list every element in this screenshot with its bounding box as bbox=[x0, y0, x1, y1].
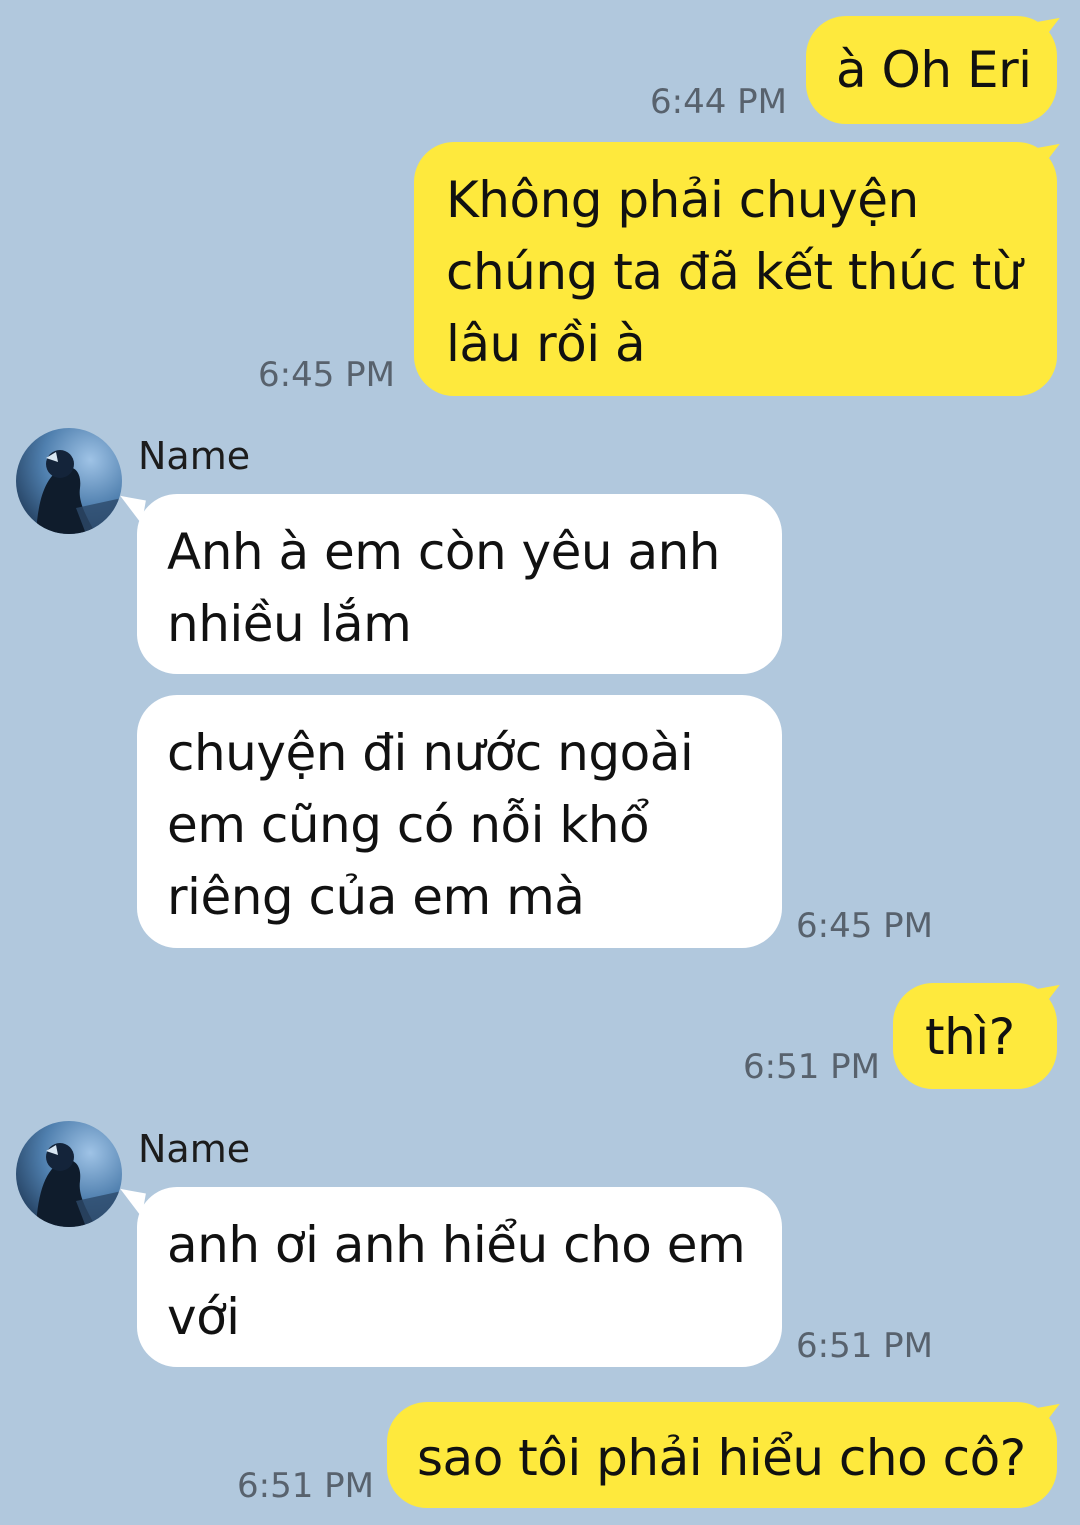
sender-avatar[interactable] bbox=[16, 1121, 122, 1227]
sent-message-bubble[interactable]: à Oh Eri bbox=[806, 16, 1057, 124]
chat-thread[interactable]: 6:44 PM à Oh Eri 6:45 PM Không phải chuy… bbox=[0, 0, 1080, 1525]
sent-message-bubble[interactable]: thì? bbox=[893, 983, 1057, 1089]
sender-name: Name bbox=[138, 1127, 251, 1171]
received-message-bubble[interactable]: anh ơi anh hiểu cho em với bbox=[137, 1187, 782, 1367]
sent-message-bubble[interactable]: sao tôi phải hiểu cho cô? bbox=[387, 1402, 1057, 1508]
sent-message-bubble[interactable]: Không phải chuyện chúng ta đã kết thúc t… bbox=[414, 142, 1057, 396]
message-timestamp: 6:51 PM bbox=[237, 1466, 374, 1506]
sender-avatar[interactable] bbox=[16, 428, 122, 534]
message-timestamp: 6:45 PM bbox=[258, 355, 395, 395]
message-timestamp: 6:51 PM bbox=[796, 1326, 933, 1366]
message-timestamp: 6:45 PM bbox=[796, 906, 933, 946]
message-timestamp: 6:51 PM bbox=[743, 1047, 880, 1087]
message-timestamp: 6:44 PM bbox=[650, 82, 787, 122]
avatar-photo-icon bbox=[16, 1121, 122, 1227]
sender-name: Name bbox=[138, 434, 251, 478]
received-message-bubble[interactable]: Anh à em còn yêu anh nhiều lắm bbox=[137, 494, 782, 674]
received-message-bubble[interactable]: chuyện đi nước ngoài em cũng có nỗi khổ … bbox=[137, 695, 782, 948]
avatar-photo-icon bbox=[16, 428, 122, 534]
